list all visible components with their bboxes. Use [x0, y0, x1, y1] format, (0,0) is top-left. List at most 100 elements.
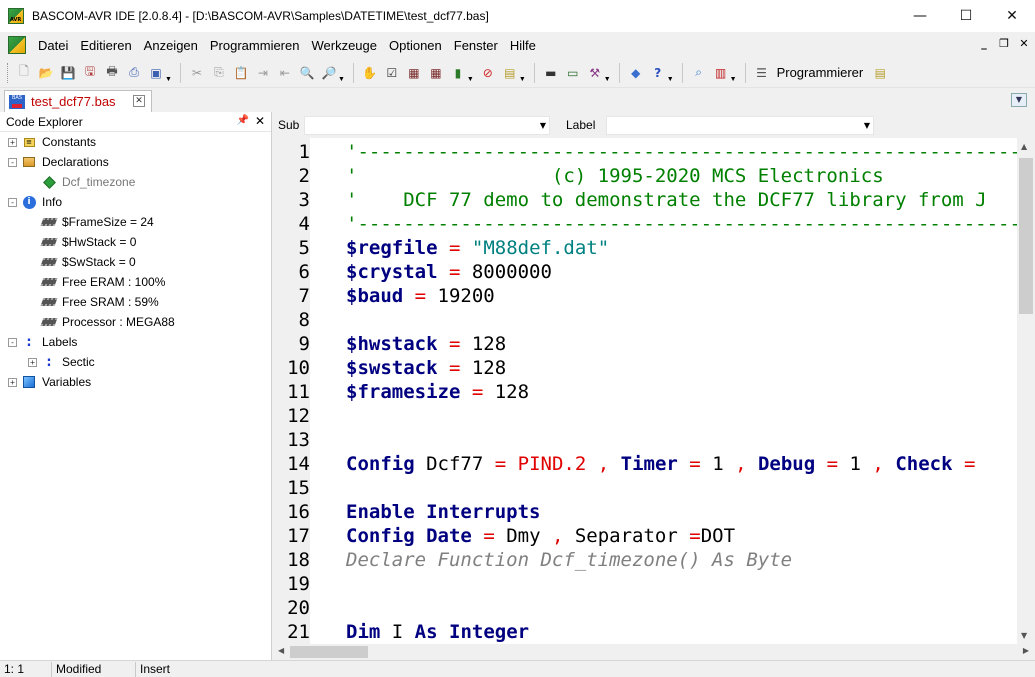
pdf-dropdown-icon[interactable]: ▼: [730, 76, 737, 87]
report-icon[interactable]: ▤: [500, 63, 520, 83]
tools-dropdown-icon[interactable]: ▼: [604, 76, 611, 87]
code-line[interactable]: $swstack = 128: [346, 356, 506, 380]
collapse-icon[interactable]: -: [8, 197, 17, 207]
menu-editieren[interactable]: Editieren: [74, 38, 137, 53]
cut-icon[interactable]: ✂: [187, 63, 207, 83]
help-dropdown-icon[interactable]: ▼: [667, 76, 674, 87]
code-line[interactable]: '---------------------------------------…: [346, 212, 1017, 236]
tree-node[interactable]: $SwStack = 0: [0, 252, 271, 272]
collapse-icon[interactable]: -: [8, 337, 17, 347]
sub-select[interactable]: ▼: [304, 115, 550, 135]
menu-hilfe[interactable]: Hilfe: [504, 38, 542, 53]
horizontal-scroll-thumb[interactable]: [290, 646, 368, 658]
scroll-left-icon[interactable]: ◀: [278, 646, 284, 655]
minimize-button[interactable]: —: [897, 0, 943, 32]
tree-node[interactable]: Free ERAM : 100%: [0, 272, 271, 292]
info-diamond-icon[interactable]: ◆: [626, 63, 646, 83]
code-line[interactable]: Config Date = Dmy , Separator =DOT: [346, 524, 735, 548]
tree-node[interactable]: -: Labels: [0, 332, 271, 352]
new-file-icon[interactable]: 🗋: [14, 63, 34, 83]
explorer-close-icon[interactable]: ✕: [255, 114, 265, 128]
print-preview-icon[interactable]: ⎙: [124, 63, 144, 83]
menu-programmieren[interactable]: Programmieren: [204, 38, 306, 53]
tree-node[interactable]: $FrameSize = 24: [0, 212, 271, 232]
compile-icon[interactable]: ▦: [404, 63, 424, 83]
mdi-restore-button[interactable]: ❐: [997, 37, 1011, 50]
export-icon[interactable]: ▣: [146, 63, 166, 83]
code-line[interactable]: '---------------------------------------…: [346, 140, 1017, 164]
compile-all-icon[interactable]: ▦: [426, 63, 446, 83]
menu-fenster[interactable]: Fenster: [448, 38, 504, 53]
tree-node[interactable]: +: Sectic: [0, 352, 271, 372]
bookmark-icon[interactable]: ✋: [360, 63, 380, 83]
expand-icon[interactable]: +: [8, 137, 17, 147]
export-dropdown-icon[interactable]: ▼: [165, 76, 172, 87]
lcd-designer-icon[interactable]: ▭: [563, 63, 583, 83]
chip-select-icon[interactable]: ▮: [448, 63, 468, 83]
code-line[interactable]: Dim I As Integer: [346, 620, 529, 644]
find-icon[interactable]: 🔍: [297, 63, 317, 83]
menu-optionen[interactable]: Optionen: [383, 38, 448, 53]
stop-icon[interactable]: ⊘: [478, 63, 498, 83]
find-dropdown-icon[interactable]: ▼: [338, 76, 345, 87]
scroll-right-icon[interactable]: ▶: [1023, 646, 1029, 655]
programmer-icon[interactable]: ▬: [541, 63, 561, 83]
code-line[interactable]: Config Dcf77 = PIND.2 , Timer = 1 , Debu…: [346, 452, 975, 476]
code-line[interactable]: $hwstack = 128: [346, 332, 506, 356]
close-button[interactable]: ✕: [989, 0, 1035, 32]
menu-werkzeuge[interactable]: Werkzeuge: [305, 38, 383, 53]
check-syntax-icon[interactable]: ☑: [382, 63, 402, 83]
programmer-list-icon[interactable]: ☰: [752, 63, 772, 83]
save-icon[interactable]: 💾: [58, 63, 78, 83]
programmer-label[interactable]: Programmierer: [777, 65, 864, 80]
tab-list-chevron-icon[interactable]: ▼: [1011, 93, 1027, 107]
tab-close-icon[interactable]: ✕: [133, 95, 145, 107]
tree-node[interactable]: Free SRAM : 59%: [0, 292, 271, 312]
menu-datei[interactable]: Datei: [32, 38, 74, 53]
print-icon[interactable]: 🖶: [102, 63, 122, 83]
editor-gutter[interactable]: 1 2 3 4 5 6 7 8 9 10 11 12 13 14 15 16 17 18 19 20 21: [272, 138, 310, 644]
tree-node[interactable]: $HwStack = 0: [0, 232, 271, 252]
maximize-button[interactable]: ☐: [943, 0, 989, 32]
terminal-icon[interactable]: ⚒: [585, 63, 605, 83]
mdi-close-button[interactable]: ✕: [1017, 37, 1031, 50]
programmer-settings-icon[interactable]: ▤: [870, 63, 890, 83]
tree-node[interactable]: + Variables: [0, 372, 271, 392]
horizontal-scrollbar[interactable]: ◀ ▶: [272, 644, 1035, 660]
collapse-icon[interactable]: -: [8, 157, 17, 167]
tree-node[interactable]: - Declarations: [0, 152, 271, 172]
mdi-minimize-button[interactable]: _: [977, 37, 991, 50]
toolbar-grip[interactable]: [7, 62, 10, 83]
code-line[interactable]: $framesize = 128: [346, 380, 529, 404]
label-select[interactable]: ▼: [606, 115, 874, 135]
code-line[interactable]: Declare Function Dcf_timezone() As Byte: [346, 548, 792, 572]
menu-anzeigen[interactable]: Anzeigen: [138, 38, 204, 53]
pdf-icon[interactable]: ▥: [711, 63, 731, 83]
chevron-down-icon[interactable]: ▼: [864, 121, 870, 130]
code-line[interactable]: $crystal = 8000000: [346, 260, 552, 284]
code-line[interactable]: $regfile = "M88def.dat": [346, 236, 609, 260]
open-folder-icon[interactable]: 📂: [36, 63, 56, 83]
code-line[interactable]: $baud = 19200: [346, 284, 495, 308]
code-area[interactable]: '---------------------------------------…: [310, 138, 1017, 644]
copy-icon[interactable]: ⎘: [209, 63, 229, 83]
code-line[interactable]: ' (c) 1995-2020 MCS Electronics: [346, 164, 884, 188]
paste-icon[interactable]: 📋: [231, 63, 251, 83]
tree-node[interactable]: + ≡ Constants: [0, 132, 271, 152]
expand-icon[interactable]: +: [28, 357, 37, 367]
tree-node[interactable]: Processor : MEGA88: [0, 312, 271, 332]
save-as-icon[interactable]: 🖫: [80, 63, 100, 83]
chevron-down-icon[interactable]: ▼: [540, 121, 546, 130]
code-line[interactable]: Enable Interrupts: [346, 500, 540, 524]
code-line[interactable]: ' DCF 77 demo to demonstrate the DCF77 l…: [346, 188, 987, 212]
indent-icon[interactable]: ⇥: [253, 63, 273, 83]
scroll-up-icon[interactable]: ▲: [1021, 142, 1027, 151]
chip-dropdown-icon[interactable]: ▼: [467, 76, 474, 87]
tree-node[interactable]: - i Info: [0, 192, 271, 212]
zoom-icon[interactable]: ⌕: [689, 63, 709, 83]
vertical-scroll-thumb[interactable]: [1019, 158, 1033, 314]
tab-test-dcf77[interactable]: BAS test_dcf77.bas ✕: [4, 90, 152, 112]
find-next-icon[interactable]: 🔎: [319, 63, 339, 83]
expand-icon[interactable]: +: [8, 377, 17, 387]
scroll-down-icon[interactable]: ▼: [1021, 631, 1027, 640]
